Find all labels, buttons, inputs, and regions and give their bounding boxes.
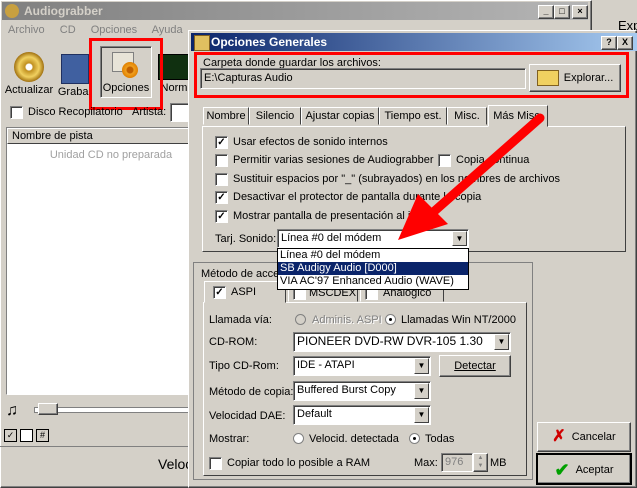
dropdown-option-sb-audigy[interactable]: SB Audigy Audio [D000] — [278, 262, 468, 275]
annotation-arrow — [398, 113, 545, 240]
dialog-app-icon — [194, 35, 210, 51]
checkbox-multiple-sessions[interactable] — [215, 154, 228, 167]
highlight-folder-section — [194, 52, 629, 98]
radio-velocid-detectada[interactable] — [293, 433, 304, 444]
max-label: Max: — [414, 457, 438, 469]
dialog-titlebar[interactable]: Opciones Generales ? X — [191, 33, 637, 51]
maximize-button[interactable]: □ — [554, 5, 570, 19]
checkbox-disable-screensaver[interactable]: ✓ — [215, 191, 228, 204]
menu-cd[interactable]: CD — [60, 24, 76, 36]
dialog-help-button[interactable]: ? — [601, 36, 617, 50]
copy-method-select[interactable]: Buffered Burst Copy ▼ — [293, 381, 431, 401]
dropdown-option-via-ac97[interactable]: VIA AC'97 Enhanced Audio (WAVE) — [278, 275, 468, 288]
chevron-down-icon[interactable]: ▼ — [414, 358, 429, 374]
aceptar-button[interactable]: ✔ Aceptar — [536, 453, 632, 485]
cd-status-text: Unidad CD no preparada — [49, 149, 173, 161]
main-app-icon — [5, 4, 19, 18]
checkbox-copy-ram[interactable] — [209, 457, 222, 470]
tipo-cdrom-label: Tipo CD-Rom: — [209, 360, 279, 372]
max-ram-spinner[interactable]: ▲ ▼ — [473, 453, 488, 472]
tab-silencio[interactable]: Silencio — [249, 107, 301, 125]
label-llamadas-win: Llamadas Win NT/2000 — [401, 314, 516, 326]
disco-recopilatorio-checkbox[interactable] — [10, 106, 23, 119]
sound-card-label: Tarj. Sonido: — [215, 233, 277, 245]
main-titlebar[interactable]: Audiograbber _ □ × — [2, 2, 588, 20]
accept-check-icon: ✔ — [554, 460, 570, 481]
cancel-x-icon: ✗ — [552, 428, 566, 446]
bottom-icon-hash[interactable]: # — [36, 429, 49, 442]
track-list-header[interactable]: Nombre de pista — [7, 128, 191, 144]
menu-archivo[interactable]: Archivo — [8, 24, 45, 36]
annotation-arrow-shaft — [425, 113, 545, 220]
bottom-icon-check[interactable]: ✓ — [4, 429, 17, 442]
main-menubar: Archivo CD Opciones Ayuda — [8, 24, 195, 36]
label-todas: Todas — [425, 433, 455, 445]
cancelar-button[interactable]: ✗ Cancelar — [537, 422, 631, 452]
menu-ayuda[interactable]: Ayuda — [152, 24, 183, 36]
volume-slider-thumb[interactable] — [38, 403, 58, 415]
radio-todas[interactable] — [409, 433, 420, 444]
detectar-button[interactable]: Detectar — [439, 355, 511, 377]
dialog-title: Opciones Generales — [211, 35, 328, 49]
checkbox-replace-spaces[interactable] — [215, 173, 228, 186]
volume-note-icon: ♫ — [6, 402, 18, 419]
dropdown-option-modem[interactable]: Línea #0 del módem — [278, 249, 468, 262]
chevron-down-icon[interactable]: ▼ — [414, 407, 429, 423]
mostrar-label: Mostrar: — [209, 433, 250, 445]
checkbox-aspi[interactable]: ✓ — [213, 286, 226, 299]
cdrom-select[interactable]: PIONEER DVD-RW DVR-105 1.30 ▼ — [293, 332, 511, 352]
highlight-options-button — [89, 38, 163, 110]
record-icon — [61, 54, 89, 84]
max-ram-input[interactable]: 976 — [441, 453, 473, 472]
disco-recopilatorio-label: Disco Recopilatorio — [28, 106, 123, 118]
radio-adminis-aspi[interactable] — [295, 314, 306, 325]
main-window-title: Audiograbber — [24, 4, 103, 18]
cd-icon — [14, 52, 44, 82]
bottom-icon-blank[interactable] — [20, 429, 33, 442]
dae-speed-select[interactable]: Default ▼ — [293, 405, 431, 425]
mb-label: MB — [490, 457, 507, 469]
toolbar-actualizar[interactable]: Actualizar — [4, 48, 54, 98]
cdrom-label: CD-ROM: — [209, 336, 258, 348]
artista-label: Artista: — [132, 106, 167, 118]
label-adminis-aspi: Adminis. ASPI — [312, 314, 382, 326]
aspi-tab[interactable]: ✓ ASPI — [204, 281, 286, 303]
sound-card-dropdown-list[interactable]: Línea #0 del módem SB Audigy Audio [D000… — [277, 248, 469, 290]
chevron-down-icon[interactable]: ▼ — [494, 334, 509, 350]
volume-slider-track[interactable] — [34, 407, 194, 413]
radio-llamadas-win[interactable] — [385, 314, 396, 325]
label-velocid-detectada: Velocid. detectada — [309, 433, 399, 445]
llamada-label: Llamada vía: — [209, 314, 272, 326]
tab-ajustar-copias[interactable]: Ajustar copias — [301, 107, 379, 125]
label-copy-ram: Copiar todo lo posible a RAM — [227, 457, 371, 469]
minimize-button[interactable]: _ — [538, 5, 554, 19]
label-sound-effects: Usar efectos de sonido internos — [233, 136, 388, 148]
tab-nombre[interactable]: Nombre — [203, 107, 249, 125]
menu-opciones[interactable]: Opciones — [91, 24, 137, 36]
close-button[interactable]: × — [572, 5, 588, 19]
chevron-down-icon[interactable]: ▼ — [414, 383, 429, 399]
copy-method-label: Método de copia: — [209, 386, 294, 398]
track-list[interactable]: Nombre de pista Unidad CD no preparada — [6, 127, 192, 395]
checkbox-sound-effects[interactable]: ✓ — [215, 136, 228, 149]
dae-speed-label: Velocidad DAE: — [209, 410, 286, 422]
checkbox-show-splash[interactable]: ✓ — [215, 210, 228, 223]
dialog-close-button[interactable]: X — [617, 36, 633, 50]
tipo-cdrom-select[interactable]: IDE - ATAPI ▼ — [293, 356, 431, 376]
